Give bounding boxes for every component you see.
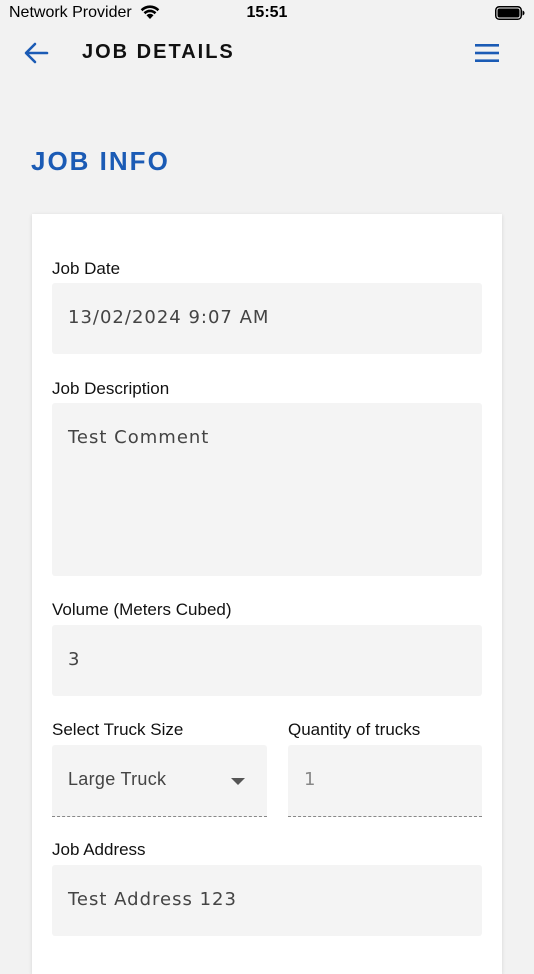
truck-quantity-label: Quantity of trucks — [288, 720, 421, 739]
status-bar: Network Provider 15:51 — [0, 0, 534, 28]
job-info-card: Job Date 13/02/2024 9:07 AM Job Descript… — [32, 214, 502, 974]
volume-label: Volume (Meters Cubed) — [52, 600, 232, 619]
volume-field[interactable]: 3 — [52, 625, 482, 696]
truck-size-label: Select Truck Size — [52, 720, 184, 739]
arrow-left-icon[interactable] — [22, 40, 50, 66]
app-header: JOB DETAILS — [0, 28, 534, 80]
section-title: JOB INFO — [31, 146, 170, 176]
job-date-label: Job Date — [52, 259, 121, 278]
job-description-label: Job Description — [52, 379, 170, 398]
job-description-value: Test Comment — [68, 427, 210, 448]
status-time: 15:51 — [246, 4, 288, 21]
job-address-value: Test Address 123 — [68, 889, 237, 910]
dropdown-arrow-icon — [231, 778, 245, 785]
volume-value: 3 — [68, 649, 81, 670]
page-title: JOB DETAILS — [82, 41, 235, 63]
job-date-field[interactable]: 13/02/2024 9:07 AM — [52, 283, 482, 354]
job-description-field[interactable]: Test Comment — [52, 403, 482, 576]
job-address-field[interactable]: Test Address 123 — [52, 865, 482, 936]
truck-quantity-value: 1 — [304, 769, 317, 790]
truck-size-select[interactable]: Large Truck — [52, 745, 267, 817]
job-date-value: 13/02/2024 9:07 AM — [68, 307, 270, 328]
truck-quantity-field[interactable]: 1 — [288, 745, 482, 817]
truck-size-value: Large Truck — [68, 769, 167, 789]
battery-icon — [495, 6, 525, 20]
job-address-label: Job Address — [52, 840, 146, 859]
hamburger-menu-icon[interactable] — [474, 42, 500, 64]
